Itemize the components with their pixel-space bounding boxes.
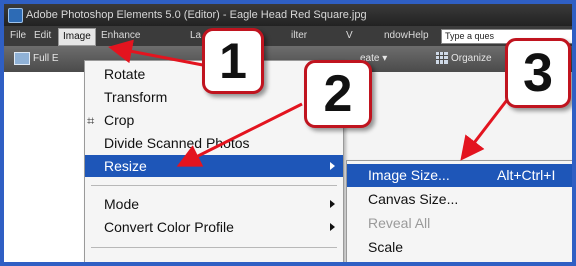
callout-3: 3 xyxy=(505,38,571,108)
annotation-arrows xyxy=(108,39,509,167)
callout-3-number: 3 xyxy=(522,43,554,103)
callout-2-arrow xyxy=(176,102,303,167)
callout-1: 1 xyxy=(202,28,264,94)
callout-2-number: 2 xyxy=(323,65,353,123)
callout-2: 2 xyxy=(304,60,372,128)
callout-1-number: 1 xyxy=(219,33,247,89)
screenshot-frame: Adobe Photoshop Elements 5.0 (Editor) - … xyxy=(0,0,576,266)
callout-1-arrow xyxy=(108,39,209,68)
callout-3-arrow xyxy=(460,99,509,161)
